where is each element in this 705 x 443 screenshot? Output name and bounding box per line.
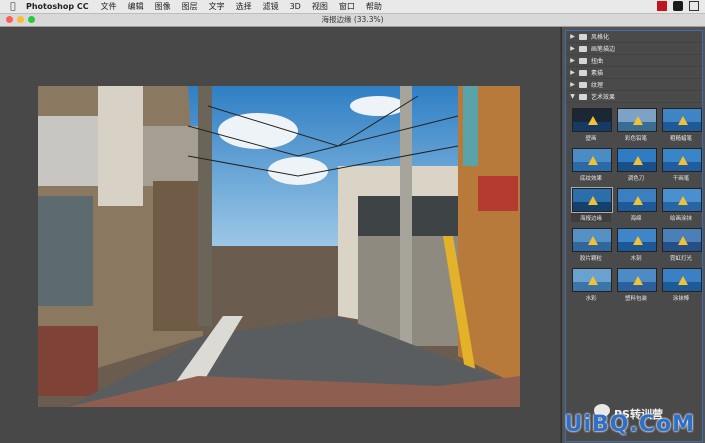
preview-image <box>38 86 520 407</box>
expand-arrow-icon[interactable]: ▶ <box>569 45 576 52</box>
folder-open-icon <box>579 93 587 100</box>
filter-thumb-label: 粗糙蜡笔 <box>669 136 692 142</box>
folder-label: 艺术效果 <box>591 94 616 101</box>
thumb-image <box>617 148 657 172</box>
thumb-image <box>571 187 613 213</box>
menu-view[interactable]: 视图 <box>312 1 328 12</box>
folder-label: 素描 <box>591 70 604 77</box>
filter-thumb-label: 海报边缘 <box>579 216 602 222</box>
filter-thumb-label: 壁画 <box>585 136 597 142</box>
grid-icon[interactable] <box>689 1 699 11</box>
filter-thumb[interactable]: 调色刀 <box>616 148 657 182</box>
filter-thumb[interactable]: 壁画 <box>571 108 612 142</box>
thumb-image <box>662 228 702 252</box>
thumb-image <box>617 228 657 252</box>
filter-thumb-label: 水彩 <box>585 296 597 302</box>
thumb-image <box>572 108 612 132</box>
folder-distort[interactable]: ▶ 扭曲 <box>566 55 702 67</box>
filter-thumb[interactable]: 木刻 <box>616 228 657 262</box>
filter-thumb-label: 木刻 <box>630 256 642 262</box>
folder-icon <box>579 69 587 76</box>
thumb-image <box>617 188 657 212</box>
filter-thumb-label: 胶片颗粒 <box>579 256 602 262</box>
filter-thumb[interactable]: 绘画涂抹 <box>661 188 702 222</box>
menu-filter[interactable]: 滤镜 <box>263 1 279 12</box>
filter-thumb-label: 塑料包装 <box>624 296 647 302</box>
filter-thumbnail-grid: 壁画 彩色铅笔 粗糙蜡笔 底纹效果 调色刀 干画笔 海报边缘 海绵 绘画涂抹 胶… <box>566 103 702 302</box>
expand-arrow-icon[interactable]: ▶ <box>569 57 576 64</box>
folder-icon <box>579 81 587 88</box>
filter-list[interactable]: ▶ 风格化 ▶ 画笔描边 ▶ 扭曲 ▶ 素描 ▶ 纹理 ▼ 艺术效果 壁画 彩色… <box>565 30 703 442</box>
folder-brush-strokes[interactable]: ▶ 画笔描边 <box>566 43 702 55</box>
filter-thumb-label: 绘画涂抹 <box>669 216 692 222</box>
menu-select[interactable]: 选择 <box>236 1 252 12</box>
canvas-area[interactable] <box>0 27 560 443</box>
status-red-icon[interactable] <box>657 1 667 11</box>
menu-file[interactable]: 文件 <box>101 1 117 12</box>
filter-thumb[interactable]: 胶片颗粒 <box>571 228 612 262</box>
menu-image[interactable]: 图像 <box>155 1 171 12</box>
filter-thumb-label: 调色刀 <box>627 176 645 182</box>
filter-thumb-label: 涂抹棒 <box>672 296 690 302</box>
thumb-image <box>662 148 702 172</box>
thumb-image <box>662 108 702 132</box>
folder-stylize[interactable]: ▶ 风格化 <box>566 31 702 43</box>
filter-thumb[interactable]: 塑料包装 <box>616 268 657 302</box>
app-name-menu[interactable]: Photoshop CC <box>26 2 89 11</box>
menu-bar:  Photoshop CC 文件 编辑 图像 图层 文字 选择 滤镜 3D 视… <box>0 0 705 14</box>
filter-thumb-label: 霓虹灯光 <box>669 256 692 262</box>
folder-label: 纹理 <box>591 82 604 89</box>
filter-gallery-panel: ▶ 风格化 ▶ 画笔描边 ▶ 扭曲 ▶ 素描 ▶ 纹理 ▼ 艺术效果 壁画 彩色… <box>561 27 705 443</box>
filter-thumb[interactable]: 水彩 <box>571 268 612 302</box>
expand-arrow-icon[interactable]: ▶ <box>569 81 576 88</box>
menu-window[interactable]: 窗口 <box>339 1 355 12</box>
apple-icon[interactable]:  <box>8 2 18 12</box>
filter-thumb[interactable]: 霓虹灯光 <box>661 228 702 262</box>
thumb-image <box>617 268 657 292</box>
folder-icon <box>579 57 587 64</box>
menu-type[interactable]: 文字 <box>209 1 225 12</box>
expand-arrow-icon[interactable]: ▶ <box>569 69 576 76</box>
expand-arrow-icon[interactable]: ▶ <box>569 33 576 40</box>
filter-thumb[interactable]: 海绵 <box>616 188 657 222</box>
menu-edit[interactable]: 编辑 <box>128 1 144 12</box>
thumb-image <box>662 268 702 292</box>
folder-artistic[interactable]: ▼ 艺术效果 <box>566 91 702 103</box>
filter-thumb-label: 底纹效果 <box>579 176 602 182</box>
thumb-image <box>572 148 612 172</box>
folder-label: 风格化 <box>591 34 610 41</box>
filter-thumb-label: 彩色铅笔 <box>624 136 647 142</box>
folder-texture[interactable]: ▶ 纹理 <box>566 79 702 91</box>
thumb-image <box>617 108 657 132</box>
filter-thumb[interactable]: 底纹效果 <box>571 148 612 182</box>
folder-icon <box>579 45 587 52</box>
folder-label: 扭曲 <box>591 58 604 65</box>
menu-3d[interactable]: 3D <box>290 2 301 11</box>
thumb-image <box>662 188 702 212</box>
filter-thumb[interactable]: 涂抹棒 <box>661 268 702 302</box>
menu-layer[interactable]: 图层 <box>182 1 198 12</box>
menu-help[interactable]: 帮助 <box>366 1 382 12</box>
filter-thumb[interactable]: 粗糙蜡笔 <box>661 108 702 142</box>
folder-sketch[interactable]: ▶ 素描 <box>566 67 702 79</box>
filter-thumb-selected[interactable]: 海报边缘 <box>571 187 613 222</box>
folder-label: 画笔描边 <box>591 46 616 53</box>
document-titlebar: 海报边缘 (33.3%) <box>0 14 705 27</box>
document-title: 海报边缘 (33.3%) <box>321 15 384 24</box>
thumb-image <box>572 268 612 292</box>
filter-thumb-label: 干画笔 <box>672 176 690 182</box>
filter-thumb[interactable]: 干画笔 <box>661 148 702 182</box>
chat-icon[interactable] <box>673 1 683 11</box>
filter-thumb-label: 海绵 <box>630 216 642 222</box>
collapse-arrow-icon[interactable]: ▼ <box>569 93 576 100</box>
watermark: UiBQ.CoM <box>564 412 695 437</box>
thumb-image <box>572 228 612 252</box>
folder-icon <box>579 33 587 40</box>
filter-thumb[interactable]: 彩色铅笔 <box>616 108 657 142</box>
